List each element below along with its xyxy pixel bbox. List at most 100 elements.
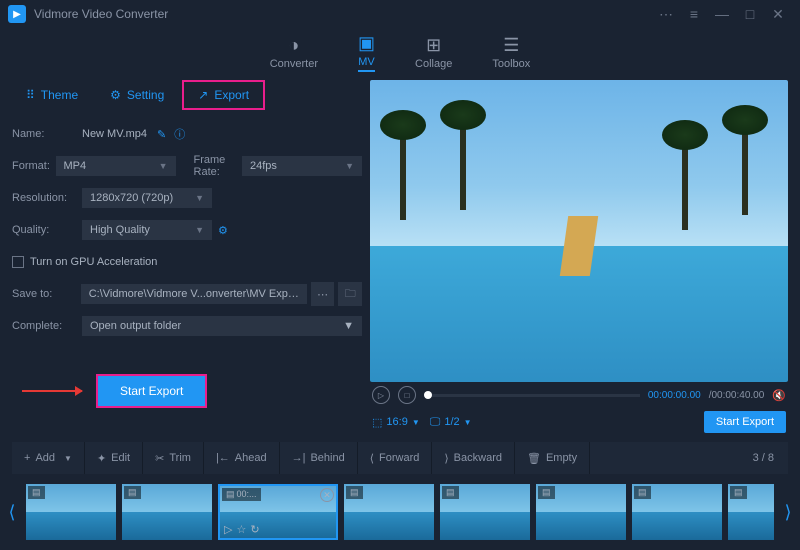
thumbnail[interactable]: ▤: [632, 484, 722, 540]
complete-select[interactable]: Open output folder ▼: [82, 316, 362, 336]
thumb-time: 00:...: [237, 489, 257, 500]
complete-label: Complete:: [12, 320, 82, 332]
thumbnail[interactable]: ▤: [26, 484, 116, 540]
toolbox-icon: ☰: [503, 35, 519, 56]
thumbnail[interactable]: ▤: [440, 484, 530, 540]
image-icon: ▤: [124, 486, 141, 499]
chevron-down-icon: ▼: [159, 161, 168, 171]
remove-thumb-icon[interactable]: ✕: [320, 488, 334, 502]
plus-icon: +: [24, 452, 30, 464]
tab-converter[interactable]: ◑Converter: [270, 35, 318, 70]
complete-value: Open output folder: [90, 320, 181, 332]
ahead-label: Ahead: [235, 452, 267, 464]
edit-button[interactable]: ✦Edit: [85, 442, 143, 474]
clip-count: 3 / 8: [739, 452, 788, 464]
add-label: Add: [35, 452, 55, 464]
start-export-button-right[interactable]: Start Export: [704, 411, 786, 433]
zoom-select[interactable]: 🖵1/2▼: [430, 416, 472, 429]
strip-next-button[interactable]: ⟩: [780, 502, 796, 523]
format-select[interactable]: MP4▼: [56, 156, 176, 176]
strip-prev-button[interactable]: ⟨: [4, 502, 20, 523]
feedback-icon[interactable]: ⋯: [652, 6, 680, 23]
converter-icon: ◑: [288, 35, 299, 56]
tab-mv-label: MV: [358, 56, 375, 68]
empty-button[interactable]: 🗑 Empty: [515, 442, 590, 474]
framerate-value: 24fps: [250, 160, 277, 172]
play-button[interactable]: ▷: [372, 386, 390, 404]
browse-button[interactable]: ⋯: [311, 282, 335, 306]
edit-label: Edit: [111, 452, 130, 464]
image-icon: ▤: [226, 489, 235, 500]
time-current: 00:00:00.00: [648, 390, 701, 401]
backward-label: Backward: [454, 452, 502, 464]
empty-label: Empty: [546, 452, 577, 464]
subtab-export[interactable]: ↗ Export: [182, 80, 265, 110]
gpu-checkbox[interactable]: [12, 256, 24, 268]
start-export-button[interactable]: Start Export: [96, 374, 207, 408]
saveto-label: Save to:: [12, 288, 81, 300]
minimize-icon[interactable]: —: [708, 6, 736, 22]
loop-icon[interactable]: ↻: [250, 523, 259, 536]
trim-label: Trim: [169, 452, 191, 464]
thumbnail-strip: ▤ ▤ ▤00:... ✕ ▷☆↻ ▤ ▤ ▤ ▤ ▤: [26, 484, 774, 540]
trash-icon: 🗑: [527, 452, 541, 465]
chevron-down-icon: ▼: [345, 161, 354, 171]
menu-icon[interactable]: ≡: [680, 6, 708, 22]
name-label: Name:: [12, 128, 82, 140]
backward-icon: ⟩: [444, 452, 448, 465]
image-icon: ▤: [346, 486, 363, 499]
saveto-path: C:\Vidmore\Vidmore V...onverter\MV Expor…: [81, 284, 307, 304]
quality-select[interactable]: High Quality▼: [82, 220, 212, 240]
stop-button[interactable]: □: [398, 386, 416, 404]
app-title: Vidmore Video Converter: [34, 7, 652, 21]
chevron-down-icon: ▼: [343, 320, 354, 332]
name-value: New MV.mp4: [82, 128, 147, 140]
tab-mv[interactable]: ▣MV: [358, 33, 375, 72]
behind-label: Behind: [310, 452, 344, 464]
forward-button[interactable]: ⟨ Forward: [358, 442, 433, 474]
thumbnail[interactable]: ▤: [344, 484, 434, 540]
seek-slider[interactable]: [424, 394, 640, 397]
subtab-theme[interactable]: ⠿Theme: [12, 80, 92, 110]
info-icon[interactable]: ⓘ: [174, 126, 185, 142]
star-icon[interactable]: ☆: [236, 523, 246, 536]
add-button[interactable]: + Add ▼: [12, 442, 85, 474]
thumbnail[interactable]: ▤: [122, 484, 212, 540]
collage-icon: ⊞: [426, 35, 441, 56]
ahead-icon: |←: [216, 452, 230, 464]
framerate-select[interactable]: 24fps ▼: [242, 156, 362, 176]
play-icon[interactable]: ▷: [224, 523, 232, 536]
behind-button[interactable]: →|Behind: [280, 442, 358, 474]
subtab-export-label: Export: [214, 88, 249, 102]
quality-label: Quality:: [12, 224, 82, 236]
chevron-down-icon: ▼: [464, 418, 472, 427]
quality-settings-icon[interactable]: ⚙: [218, 224, 228, 237]
aspect-icon: ⬚: [372, 416, 382, 429]
chevron-down-icon: ▼: [64, 454, 72, 463]
thumbnail[interactable]: ▤: [536, 484, 626, 540]
maximize-icon[interactable]: □: [736, 6, 764, 22]
volume-icon[interactable]: 🔇: [772, 389, 786, 402]
forward-icon: ⟨: [370, 452, 374, 465]
tab-collage[interactable]: ⊞Collage: [415, 35, 452, 70]
app-logo: ▶: [8, 5, 26, 23]
subtab-setting[interactable]: ⚙Setting: [96, 80, 178, 110]
thumbnail-selected[interactable]: ▤00:... ✕ ▷ ☆ ↻: [218, 484, 338, 540]
chevron-down-icon: ▼: [195, 193, 204, 203]
subtab-theme-label: Theme: [41, 88, 78, 102]
rename-icon[interactable]: ✎: [157, 128, 166, 141]
thumbnail[interactable]: ▤: [728, 484, 774, 540]
ahead-button[interactable]: |← Ahead: [204, 442, 280, 474]
close-icon[interactable]: ✕: [764, 6, 792, 23]
aspect-select[interactable]: ⬚16:9▼: [372, 416, 420, 429]
resolution-label: Resolution:: [12, 192, 82, 204]
backward-button[interactable]: ⟩ Backward: [432, 442, 515, 474]
trim-button[interactable]: ✂Trim: [143, 442, 204, 474]
open-folder-button[interactable]: 🗀: [338, 282, 362, 306]
tab-toolbox[interactable]: ☰Toolbox: [492, 35, 530, 70]
export-icon: ↗: [198, 88, 208, 102]
image-icon: ▤: [634, 486, 651, 499]
video-preview: [370, 80, 788, 382]
resolution-select[interactable]: 1280x720 (720p)▼: [82, 188, 212, 208]
forward-label: Forward: [379, 452, 419, 464]
